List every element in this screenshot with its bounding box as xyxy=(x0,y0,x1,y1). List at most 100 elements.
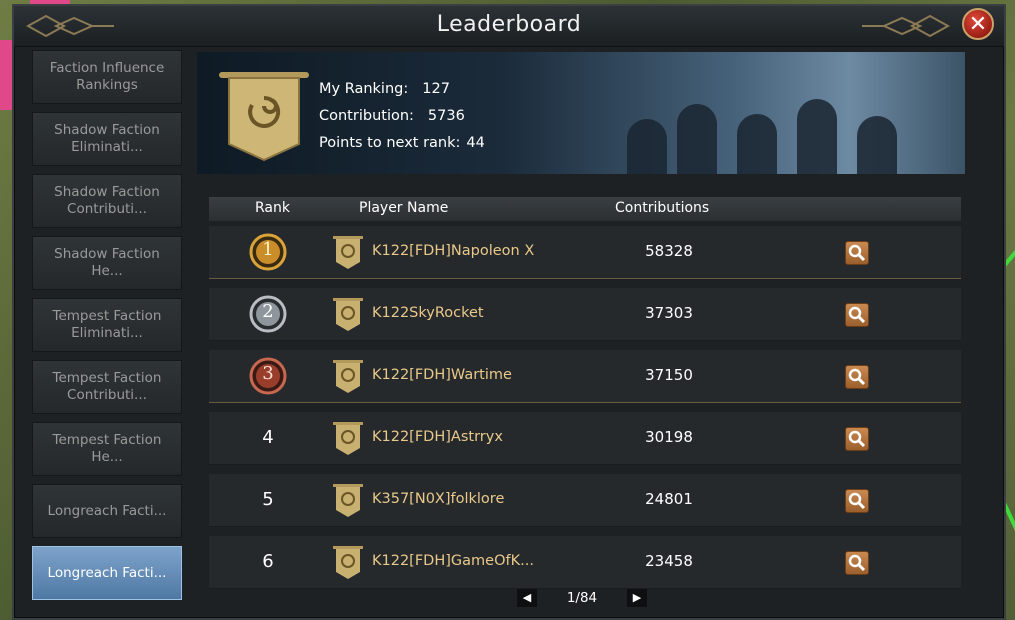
contribution-value: 37303 xyxy=(645,304,693,322)
magnifier-icon xyxy=(848,368,866,386)
banner-figure xyxy=(627,119,667,174)
sidebar-item-label: Longreach Facti... xyxy=(47,564,167,581)
sidebar-item-label: Shadow Faction Contributi... xyxy=(54,184,160,217)
sidebar-item-shadow-contribution[interactable]: Shadow Faction Contributi... xyxy=(32,174,182,228)
magnifier-icon xyxy=(848,430,866,448)
view-player-button[interactable] xyxy=(845,551,869,575)
prev-page-button[interactable]: ◀ xyxy=(517,589,537,607)
faction-banner-icon xyxy=(219,72,309,162)
leaderboard-window: Leaderboard ✕ Faction Influence Rankings… xyxy=(12,4,1006,620)
rank-cell: 2 xyxy=(239,294,297,334)
view-player-button[interactable] xyxy=(845,241,869,265)
rank-cell: 5 xyxy=(239,480,297,520)
rank-number: 3 xyxy=(262,363,274,384)
banner-figure xyxy=(737,114,777,174)
rank-cell: 4 xyxy=(239,418,297,458)
sidebar-item-label: Shadow Faction He... xyxy=(54,246,160,279)
view-player-button[interactable] xyxy=(845,365,869,389)
rank-cell: 6 xyxy=(239,542,297,582)
player-banner-icon xyxy=(333,546,363,579)
sidebar-item-label: Shadow Faction Eliminati... xyxy=(54,122,160,155)
player-banner-icon xyxy=(333,360,363,393)
triangle-left-icon: ◀ xyxy=(522,591,532,604)
sidebar-item-tempest-contribution[interactable]: Tempest Faction Contributi... xyxy=(32,360,182,414)
title-bar: Leaderboard ✕ xyxy=(14,6,1004,47)
gold-medal-icon: 1 xyxy=(248,232,288,272)
points-to-next-rank-value: 44 xyxy=(466,135,485,151)
window-title: Leaderboard xyxy=(436,12,582,37)
contribution-value: 23458 xyxy=(645,552,693,570)
close-button[interactable]: ✕ xyxy=(962,8,994,40)
right-ornament-icon xyxy=(862,14,950,38)
contribution-value: 58328 xyxy=(645,242,693,260)
view-player-button[interactable] xyxy=(845,489,869,513)
rank-number: 2 xyxy=(262,301,274,322)
page-indicator: 1/84 xyxy=(566,590,598,606)
sidebar-item-tempest-he[interactable]: Tempest Faction He... xyxy=(32,422,182,476)
pagination: ◀ 1/84 ▶ xyxy=(517,588,647,608)
player-banner-icon xyxy=(333,422,363,455)
player-banner-icon xyxy=(333,298,363,331)
rank-cell: 1 xyxy=(239,232,297,272)
sidebar-item-label: Longreach Facti... xyxy=(47,502,167,519)
magnifier-icon xyxy=(848,554,866,572)
player-name: K122SkyRocket xyxy=(372,305,484,321)
rank-number: 6 xyxy=(262,551,274,572)
sidebar-item-shadow-he[interactable]: Shadow Faction He... xyxy=(32,236,182,290)
contribution-value: 24801 xyxy=(645,490,693,508)
sidebar-item-label: Tempest Faction Eliminati... xyxy=(52,308,162,341)
rank-cell: 3 xyxy=(239,356,297,396)
banner-figure xyxy=(797,99,837,174)
contribution-value: 37150 xyxy=(645,366,693,384)
next-page-button[interactable]: ▶ xyxy=(626,589,647,607)
player-banner-icon xyxy=(333,236,363,269)
banner-figure xyxy=(677,104,717,174)
sidebar-item-faction-influence[interactable]: Faction Influence Rankings xyxy=(32,50,182,104)
my-ranking-label: My Ranking: xyxy=(319,81,409,97)
player-name: K122[FDH]Wartime xyxy=(372,367,512,383)
silver-medal-icon: 2 xyxy=(248,294,288,334)
table-row: 5 K357[N0X]folklore 24801 xyxy=(209,474,961,527)
magnifier-icon xyxy=(848,306,866,324)
player-name: K122[FDH]Astrryx xyxy=(372,429,503,445)
triangle-right-icon: ▶ xyxy=(632,591,642,604)
table-row: 2 K122SkyRocket 37303 xyxy=(209,288,961,341)
my-ranking-value: 127 xyxy=(422,81,450,97)
player-name: K357[N0X]folklore xyxy=(372,491,505,507)
player-name: K122[FDH]Napoleon X xyxy=(372,243,535,259)
contribution-label: Contribution: xyxy=(319,108,414,124)
table-row: 6 K122[FDH]GameOfK... 23458 xyxy=(209,536,961,589)
rank-number: 1 xyxy=(262,239,274,260)
table-header: Rank Player Name Contributions xyxy=(209,197,961,221)
my-ranking-banner: My Ranking: 127 Contribution: 5736 Points … xyxy=(197,52,965,174)
sidebar-item-longreach-2[interactable]: Longreach Facti... xyxy=(32,546,182,600)
points-to-next-rank-label: Points to next rank: xyxy=(319,135,461,151)
contributions-header: Contributions xyxy=(615,200,710,216)
view-player-button[interactable] xyxy=(845,427,869,451)
sidebar-item-longreach-1[interactable]: Longreach Facti... xyxy=(32,484,182,538)
view-player-button[interactable] xyxy=(845,303,869,327)
table-row: 1 K122[FDH]Napoleon X 58328 xyxy=(209,226,961,279)
ranking-stats: My Ranking: 127 Contribution: 5736 Points … xyxy=(319,76,485,157)
category-sidebar: Faction Influence Rankings Shadow Factio… xyxy=(32,50,194,608)
rank-header: Rank xyxy=(255,200,290,216)
contribution-value: 5736 xyxy=(427,108,465,124)
table-row: 4 K122[FDH]Astrryx 30198 xyxy=(209,412,961,465)
player-name: K122[FDH]GameOfK... xyxy=(372,553,534,569)
magnifier-icon xyxy=(848,492,866,510)
sidebar-item-label: Faction Influence Rankings xyxy=(49,60,165,93)
player-banner-icon xyxy=(333,484,363,517)
table-row: 3 K122[FDH]Wartime 37150 xyxy=(209,350,961,403)
sidebar-item-tempest-elimination[interactable]: Tempest Faction Eliminati... xyxy=(32,298,182,352)
sidebar-item-label: Tempest Faction Contributi... xyxy=(52,370,162,403)
bronze-medal-icon: 3 xyxy=(248,356,288,396)
leaderboard-panel: My Ranking: 127 Contribution: 5736 Points … xyxy=(197,52,965,608)
magnifier-icon xyxy=(848,244,866,262)
close-icon: ✕ xyxy=(968,12,988,37)
sidebar-item-shadow-elimination[interactable]: Shadow Faction Eliminati... xyxy=(32,112,182,166)
sidebar-item-label: Tempest Faction He... xyxy=(52,432,162,465)
banner-figure xyxy=(857,116,897,174)
rank-number: 5 xyxy=(262,489,274,510)
player-name-header: Player Name xyxy=(359,200,449,216)
contribution-value: 30198 xyxy=(645,428,693,446)
